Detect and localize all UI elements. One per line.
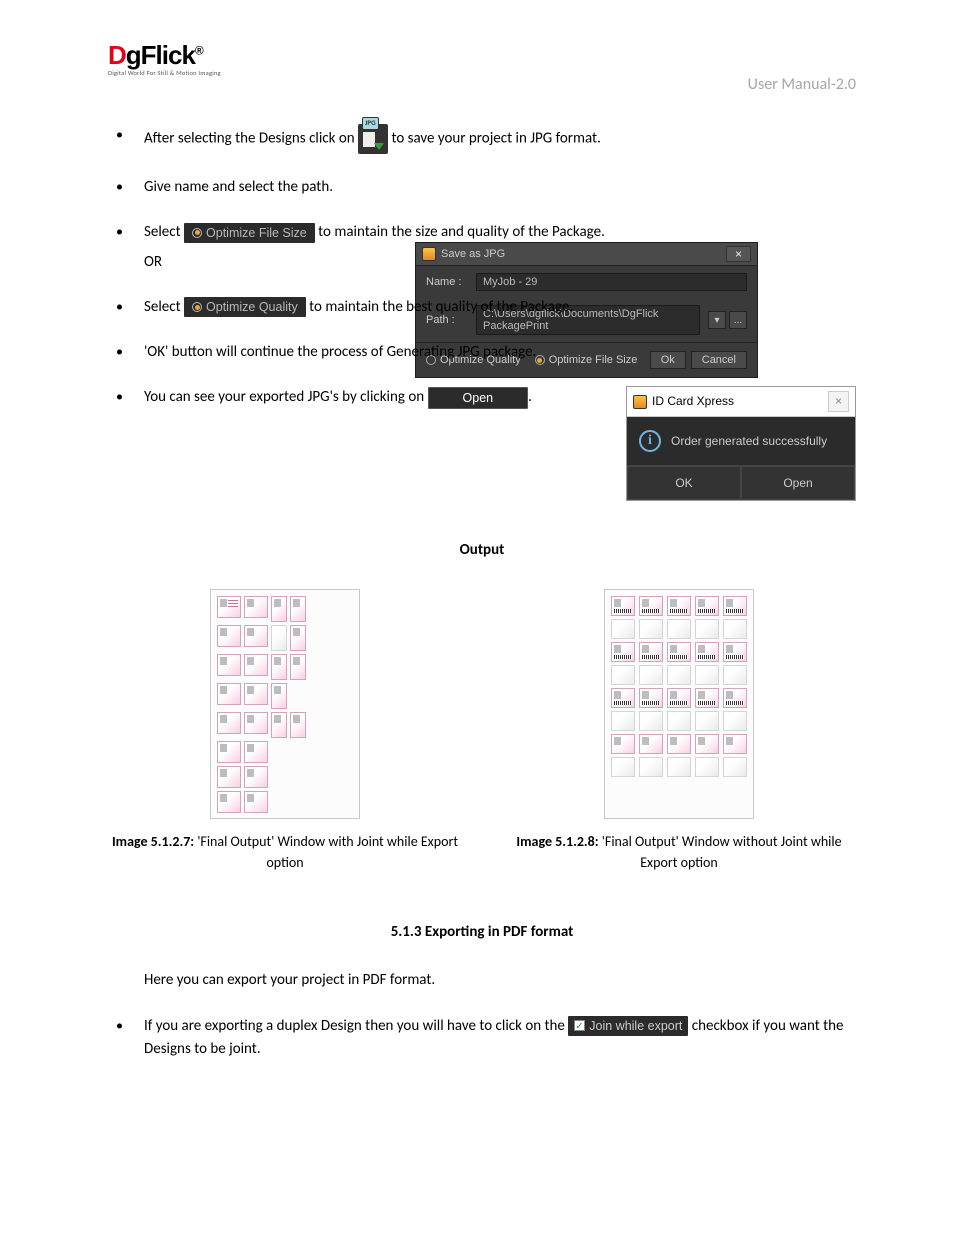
output-image-joint (210, 589, 360, 819)
body-text: Here you can export your project in PDF … (144, 969, 856, 992)
list-item: After selecting the Designs click on to … (108, 124, 856, 154)
section-heading: 5.1.3 Exporting in PDF format (108, 923, 856, 941)
optimize-quality-chip[interactable]: Optimize Quality (184, 297, 306, 317)
list-item: Select Optimize Quality to maintain the … (108, 296, 856, 319)
open-button-chip[interactable]: Open (428, 387, 529, 409)
list-item: If you are exporting a duplex Design the… (108, 1015, 856, 1062)
close-button[interactable]: × (828, 391, 849, 412)
brand-tagline: Digital World For Still & Motion Imaging (108, 69, 221, 77)
name-label: Name : (426, 276, 468, 288)
brand-logo: DgFlick® Digital World For Still & Motio… (108, 40, 221, 77)
app-icon (633, 395, 647, 409)
join-while-export-checkbox[interactable]: Join while export (568, 1016, 688, 1036)
figure-caption: Image 5.1.2.7: 'Final Output' Window wit… (108, 831, 462, 873)
list-item: ID Card Xpress × i Order generated succe… (108, 386, 856, 501)
manual-title: User Manual-2.0 (748, 75, 856, 94)
output-image-nojoint (604, 589, 754, 819)
list-item: 'OK' button will continue the process of… (108, 341, 856, 364)
brand-d: D (108, 40, 126, 70)
optimize-file-size-chip[interactable]: Optimize File Size (184, 223, 315, 243)
dialog-title: ID Card Xpress (652, 392, 734, 411)
name-input[interactable]: MyJob - 29 (476, 273, 747, 291)
open-button[interactable]: Open (741, 466, 855, 501)
order-success-dialog: ID Card Xpress × i Order generated succe… (626, 386, 856, 501)
list-item: Select Optimize File Size to maintain th… (108, 221, 856, 274)
ok-button[interactable]: OK (627, 466, 741, 501)
list-item: Give name and select the path. (108, 176, 856, 199)
figure-caption: Image 5.1.2.8: 'Final Output' Window wit… (502, 831, 856, 873)
output-heading: Output (108, 541, 856, 559)
info-icon: i (639, 430, 661, 452)
success-message: Order generated successfully (671, 432, 827, 451)
export-jpg-icon[interactable] (358, 124, 388, 154)
brand-rest: gFlick (126, 40, 195, 70)
